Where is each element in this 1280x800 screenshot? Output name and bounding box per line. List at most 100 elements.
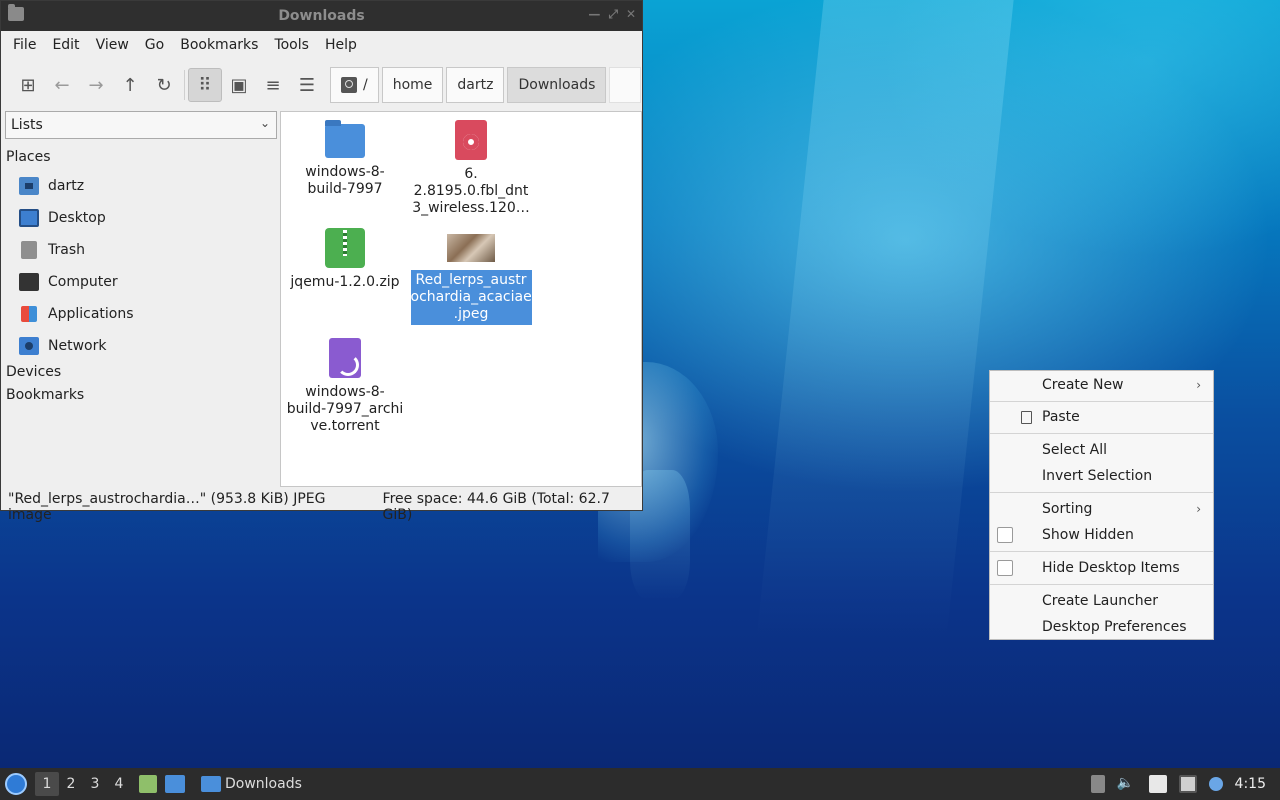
file-view[interactable]: windows-8- build-7997 6. 2.8195.0.fbl_dn… (280, 111, 642, 487)
back-arrow-icon[interactable]: ← (45, 68, 79, 102)
file-item-selected[interactable]: Red_lerps_austr ochardia_acaciae .jpeg (409, 228, 533, 325)
eject-icon[interactable] (1090, 775, 1105, 793)
menu-item-hide-desktop-items[interactable]: Hide Desktop Items (990, 556, 1213, 580)
sidebar-header-places[interactable]: Places (6, 149, 51, 165)
notification-icon[interactable] (1208, 777, 1223, 791)
sidebar-item-computer[interactable]: Computer (19, 271, 118, 293)
icon-view-icon[interactable]: ⠿ (188, 68, 222, 102)
sidebar-item-network[interactable]: Network (19, 335, 106, 357)
file-name: 6. 2.8195.0.fbl_dnt 3_wireless.120… (412, 166, 530, 216)
drive-icon (341, 77, 357, 93)
forward-arrow-icon[interactable]: → (79, 68, 113, 102)
file-item[interactable]: jqemu-1.2.0.zip (283, 228, 407, 291)
menu-tools[interactable]: Tools (266, 37, 317, 53)
file-item[interactable]: 6. 2.8195.0.fbl_dnt 3_wireless.120… (409, 120, 533, 217)
chevron-right-icon: › (1196, 378, 1201, 392)
clipboard-tray-icon[interactable] (1148, 775, 1167, 793)
chevron-down-icon: ⌄ (259, 116, 270, 130)
path-crumb-dartz[interactable]: dartz (446, 67, 505, 103)
network-icon (19, 337, 39, 355)
menu-separator (990, 584, 1213, 585)
sidebar-item-desktop[interactable]: Desktop (19, 207, 106, 229)
chevron-right-icon: › (1196, 502, 1201, 516)
clock[interactable]: 4:15 (1235, 776, 1266, 792)
disc-image-icon (455, 120, 487, 160)
menu-bookmarks[interactable]: Bookmarks (172, 37, 266, 53)
status-bar: "Red_lerps_austrochardia…" (953.8 KiB) J… (8, 491, 642, 523)
menu-item-select-all[interactable]: Select All (990, 438, 1213, 462)
workspace-2[interactable]: 2 (59, 772, 83, 796)
maximize-icon[interactable]: ⤢ (608, 7, 618, 22)
menu-item-show-hidden[interactable]: Show Hidden (990, 523, 1213, 547)
clipboard-icon (1021, 410, 1032, 424)
window-titlebar[interactable]: Downloads — ⤢ ✕ (1, 1, 642, 31)
computer-icon (19, 273, 39, 291)
menu-file[interactable]: File (5, 37, 44, 53)
path-bar: / home dartz Downloads (330, 67, 642, 103)
workspace-4[interactable]: 4 (107, 772, 131, 796)
menu-separator (990, 401, 1213, 402)
taskbar-item-downloads[interactable]: Downloads (195, 771, 308, 797)
home-folder-icon (19, 177, 39, 195)
menu-item-sorting[interactable]: Sorting › (990, 497, 1213, 521)
path-crumb-home[interactable]: home (381, 67, 444, 103)
thumbnail-view-icon[interactable]: ▣ (222, 68, 256, 102)
path-bar-blank[interactable] (609, 67, 642, 103)
path-crumb-root[interactable]: / (330, 67, 379, 103)
start-menu-icon[interactable] (5, 773, 27, 795)
folder-icon (325, 120, 365, 158)
toolbar-separator (184, 70, 185, 100)
system-tray: 🔈 4:15 (1090, 768, 1280, 800)
file-item[interactable]: windows-8- build-7997 (283, 120, 407, 198)
menu-separator (990, 492, 1213, 493)
sidebar-item-trash[interactable]: Trash (19, 239, 85, 261)
workspace-1[interactable]: 1 (35, 772, 59, 796)
menu-item-invert-selection[interactable]: Invert Selection (990, 464, 1213, 488)
menu-go[interactable]: Go (137, 37, 172, 53)
checkbox-unchecked[interactable] (997, 527, 1013, 543)
sidebar-item-dartz[interactable]: dartz (19, 175, 84, 197)
window-title: Downloads (278, 8, 365, 24)
sidebar-header-bookmarks[interactable]: Bookmarks (6, 387, 84, 403)
status-free-space: Free space: 44.6 GiB (Total: 62.7 GiB) (382, 491, 610, 523)
file-manager-window[interactable]: Downloads — ⤢ ✕ File Edit View Go Bookma… (0, 0, 643, 523)
volume-icon[interactable]: 🔈 (1117, 775, 1137, 793)
menu-item-desktop-preferences[interactable]: Desktop Preferences (990, 615, 1213, 639)
path-crumb-downloads[interactable]: Downloads (507, 67, 607, 103)
menubar: File Edit View Go Bookmarks Tools Help (1, 31, 642, 59)
status-selection: "Red_lerps_austrochardia…" (953.8 KiB) J… (8, 491, 326, 523)
file-name: Red_lerps_austr ochardia_acaciae .jpeg (410, 270, 532, 325)
zip-archive-icon (325, 228, 365, 268)
sidebar-item-applications[interactable]: Applications (19, 303, 134, 325)
menu-item-create-new[interactable]: Create New › (990, 373, 1213, 397)
desktop-context-menu: Create New › Paste Select All Invert Sel… (989, 370, 1214, 640)
image-thumbnail-icon (447, 234, 495, 262)
minimize-icon[interactable]: — (588, 7, 600, 22)
sidebar-mode-select[interactable]: Lists ⌄ (5, 111, 277, 139)
file-manager-launcher-icon[interactable] (139, 775, 157, 793)
reload-icon[interactable]: ↻ (147, 68, 181, 102)
sidebar-header-devices[interactable]: Devices (6, 364, 61, 380)
file-item[interactable]: windows-8- build-7997_archi ve.torrent (283, 338, 407, 435)
menu-item-paste[interactable]: Paste (990, 405, 1213, 429)
network-tray-icon[interactable] (1178, 775, 1197, 793)
workspace-3[interactable]: 3 (83, 772, 107, 796)
menu-item-create-launcher[interactable]: Create Launcher (990, 589, 1213, 613)
menu-separator (990, 551, 1213, 552)
file-name: windows-8- build-7997_archi ve.torrent (286, 384, 404, 434)
trash-icon (21, 241, 37, 259)
new-tab-icon[interactable]: ⊞ (11, 68, 45, 102)
menu-view[interactable]: View (88, 37, 137, 53)
desktop-icon (19, 209, 39, 227)
show-desktop-icon[interactable] (165, 775, 185, 793)
menu-help[interactable]: Help (317, 37, 365, 53)
checkbox-unchecked[interactable] (997, 560, 1013, 576)
compact-view-icon[interactable]: ≡ (256, 68, 290, 102)
up-arrow-icon[interactable]: ↑ (113, 68, 147, 102)
folder-icon (8, 4, 24, 21)
detailed-list-view-icon[interactable]: ☰ (290, 68, 324, 102)
menu-edit[interactable]: Edit (44, 37, 87, 53)
folder-icon (201, 776, 221, 792)
torrent-icon (329, 338, 361, 378)
close-icon[interactable]: ✕ (626, 7, 636, 22)
